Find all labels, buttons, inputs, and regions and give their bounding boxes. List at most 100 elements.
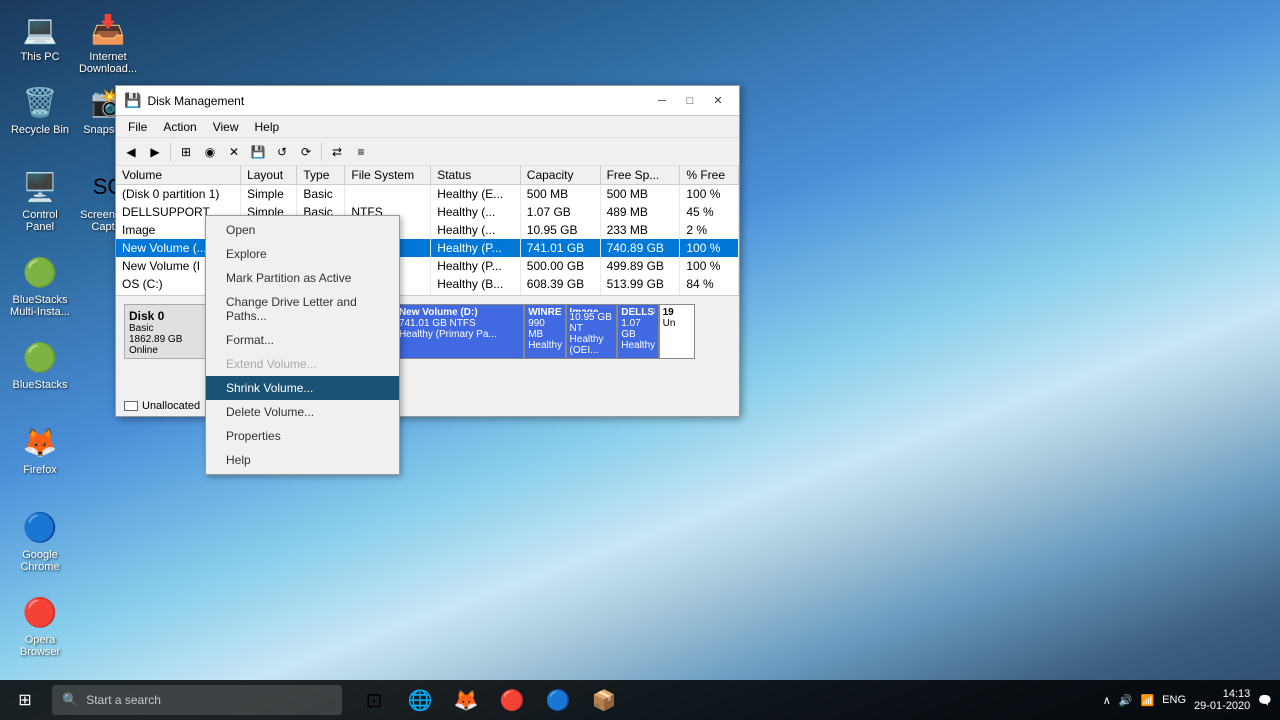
toolbar-btn-6[interactable]: 💾 [247, 141, 269, 163]
col-type[interactable]: Type [297, 166, 345, 185]
maximize-button[interactable]: □ [677, 91, 703, 111]
bluestacks2-label: BlueStacks [12, 379, 67, 391]
disk-partition[interactable]: DELLSUI... 1.07 GB Healthy [617, 304, 658, 359]
table-cell: 233 MB [600, 221, 680, 239]
toolbar-btn-1[interactable]: ◀ [120, 141, 142, 163]
context-menu-item[interactable]: Help [206, 448, 399, 472]
desktop-icon-opera[interactable]: 🔴 Opera Browser [5, 588, 75, 662]
table-cell: 741.01 GB [520, 239, 600, 257]
table-cell: Healthy (P... [431, 257, 521, 275]
context-menu-item[interactable]: Explore [206, 242, 399, 266]
recycle-bin-icon: 🗑️ [20, 82, 60, 122]
context-menu-item[interactable]: Properties [206, 424, 399, 448]
table-cell: 513.99 GB [600, 275, 680, 293]
desktop-icon-firefox[interactable]: 🦊 Firefox [5, 418, 75, 480]
this-pc-icon: 💻 [20, 9, 60, 49]
table-cell: 100 % [680, 239, 739, 257]
desktop-icon-internet-download[interactable]: 📥 Internet Download... [73, 5, 143, 79]
context-menu-item[interactable]: Delete Volume... [206, 400, 399, 424]
col-filesystem[interactable]: File System [345, 166, 431, 185]
table-cell: 500.00 GB [520, 257, 600, 275]
table-cell: 608.39 GB [520, 275, 600, 293]
table-cell: 2 % [680, 221, 739, 239]
disk-partition[interactable]: WINRET 990 MB Healthy [524, 304, 565, 359]
toolbar-btn-3[interactable]: ⊞ [175, 141, 197, 163]
partition-status: Healthy (OEI... [570, 334, 614, 356]
toolbar-btn-9[interactable]: ⇄ [326, 141, 348, 163]
window-title-icon: 💾 [124, 92, 141, 109]
desktop-icon-control-panel[interactable]: 🖥️ Control Panel [5, 163, 75, 237]
window-titlebar[interactable]: 💾 Disk Management ─ □ ✕ [116, 86, 739, 116]
context-menu-item[interactable]: Change Drive Letter and Paths... [206, 290, 399, 328]
toolbar-btn-4[interactable]: ◉ [199, 141, 221, 163]
bluestacks-label: BlueStacks Multi-Insta... [9, 294, 71, 318]
table-cell: 100 % [680, 257, 739, 275]
table-cell: 45 % [680, 203, 739, 221]
col-pct[interactable]: % Free [680, 166, 739, 185]
table-cell: 499.89 GB [600, 257, 680, 275]
partition-name: WINRET [528, 307, 561, 318]
toolbar-btn-2[interactable]: ▶ [144, 141, 166, 163]
menu-help[interactable]: Help [247, 118, 288, 136]
table-cell: 1.07 GB [520, 203, 600, 221]
context-menu-item[interactable]: Shrink Volume... [206, 376, 399, 400]
taskbar-icon-edge[interactable]: 🌐 [398, 680, 442, 720]
partition-size: 990 MB [528, 318, 561, 340]
desktop-icon-bluestacks2[interactable]: 🟢 BlueStacks [5, 333, 75, 395]
taskbar-date-text: 29-01-2020 [1194, 700, 1250, 712]
desktop-icon-bluestacks[interactable]: 🟢 BlueStacks Multi-Insta... [5, 248, 75, 322]
opera-icon: 🔴 [20, 592, 60, 632]
context-menu-item[interactable]: Open [206, 218, 399, 242]
col-free[interactable]: Free Sp... [600, 166, 680, 185]
table-cell: 10.95 GB [520, 221, 600, 239]
tray-network-icon[interactable]: 📶 [1140, 694, 1154, 707]
internet-download-label: Internet Download... [77, 51, 139, 75]
menu-file[interactable]: File [120, 118, 155, 136]
disk-label: Disk 0 Basic 1862.89 GB Online [124, 304, 214, 359]
toolbar-sep-1 [170, 143, 171, 161]
col-status[interactable]: Status [431, 166, 521, 185]
taskbar-icon-task-view[interactable]: ⊡ [352, 680, 396, 720]
taskbar-search-text: Start a search [86, 693, 161, 707]
table-cell: Healthy (... [431, 221, 521, 239]
taskbar-icon-misc[interactable]: 📦 [582, 680, 626, 720]
taskbar-icon-firefox[interactable]: 🦊 [444, 680, 488, 720]
desktop-icon-recycle-bin[interactable]: 🗑️ Recycle Bin [5, 78, 75, 140]
chrome-icon: 🔵 [20, 507, 60, 547]
col-volume[interactable]: Volume [116, 166, 241, 185]
table-cell: Healthy (B... [431, 275, 521, 293]
menu-view[interactable]: View [205, 118, 247, 136]
disk-status: Online [129, 345, 209, 356]
table-cell [345, 185, 431, 204]
window-controls: ─ □ ✕ [649, 91, 731, 111]
desktop-icon-this-pc[interactable]: 💻 This PC [5, 5, 75, 67]
col-capacity[interactable]: Capacity [520, 166, 600, 185]
context-menu-item[interactable]: Format... [206, 328, 399, 352]
table-cell: 100 % [680, 185, 739, 204]
taskbar-icon-opera[interactable]: 🔴 [490, 680, 534, 720]
start-button[interactable]: ⊞ [0, 680, 50, 720]
disk-partition[interactable]: Image 10.95 GB NT Healthy (OEI... [566, 304, 618, 359]
context-menu-item[interactable]: Mark Partition as Active [206, 266, 399, 290]
taskbar-clock[interactable]: 14:13 29-01-2020 [1194, 688, 1250, 712]
disk-partition[interactable]: New Volume (D:) 741.01 GB NTFS Healthy (… [395, 304, 524, 359]
toolbar-btn-7[interactable]: ↺ [271, 141, 293, 163]
table-cell: Healthy (E... [431, 185, 521, 204]
desktop-icon-chrome[interactable]: 🔵 Google Chrome [5, 503, 75, 577]
table-row[interactable]: (Disk 0 partition 1)SimpleBasicHealthy (… [116, 185, 739, 204]
toolbar-btn-10[interactable]: ≡ [350, 141, 372, 163]
toolbar-btn-8[interactable]: ⟳ [295, 141, 317, 163]
close-button[interactable]: ✕ [705, 91, 731, 111]
firefox-icon: 🦊 [20, 422, 60, 462]
context-menu: OpenExploreMark Partition as ActiveChang… [205, 215, 400, 475]
taskbar-icon-chrome[interactable]: 🔵 [536, 680, 580, 720]
tray-volume-icon[interactable]: 🔊 [1119, 694, 1133, 707]
toolbar-btn-5[interactable]: ✕ [223, 141, 245, 163]
tray-expand-icon[interactable]: ∧ [1103, 694, 1111, 707]
tray-notification-icon[interactable]: 🗨️ [1258, 694, 1272, 707]
taskbar-search[interactable]: 🔍 Start a search [52, 685, 342, 715]
minimize-button[interactable]: ─ [649, 91, 675, 111]
disk-partition[interactable]: 19 Un [659, 304, 695, 359]
menu-action[interactable]: Action [155, 118, 204, 136]
col-layout[interactable]: Layout [241, 166, 297, 185]
